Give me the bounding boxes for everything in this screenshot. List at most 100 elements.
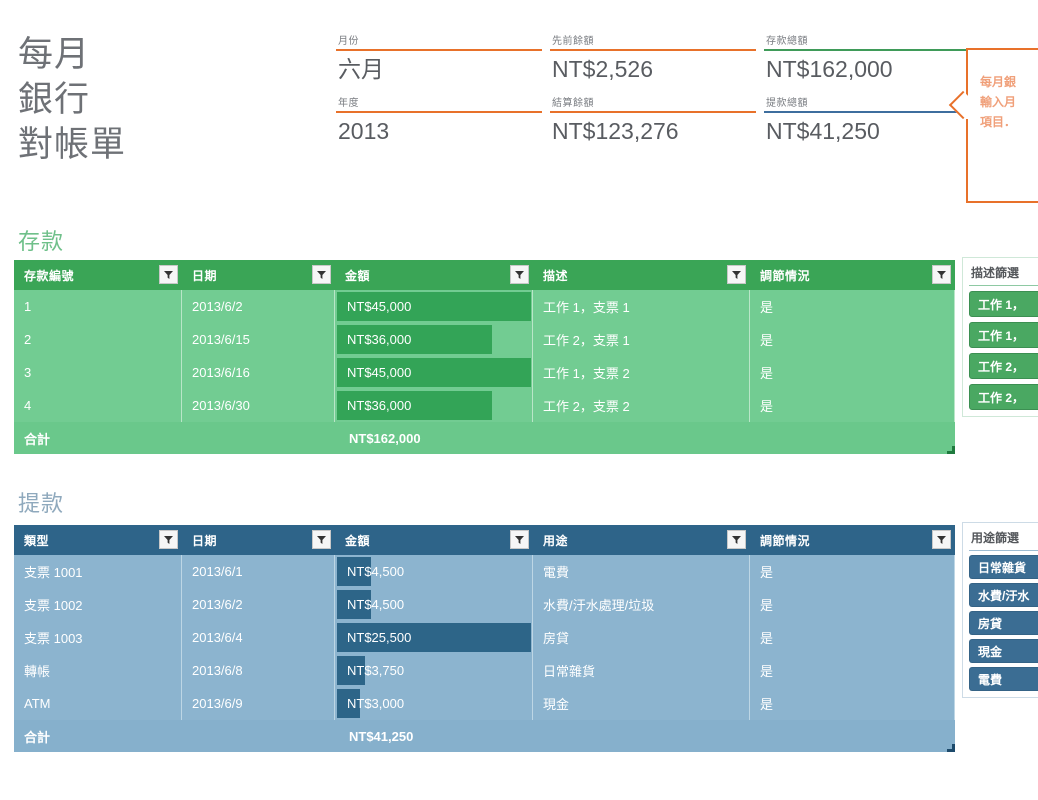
slicer-item[interactable]: 工作 2， — [969, 353, 1038, 379]
withdrawals-col-reconciled-label: 調節情況 — [760, 533, 811, 548]
withdrawal-amount: NT$4,500 — [335, 555, 533, 588]
deposits-slicer-title: 描述篩選 — [969, 262, 1038, 286]
resize-handle-icon[interactable] — [947, 446, 955, 454]
withdrawals-table-header: 類型 日期 金額 用途 調節情況 — [14, 525, 955, 555]
filter-icon[interactable] — [727, 265, 746, 284]
deposits-col-id: 存款編號 — [14, 260, 182, 290]
withdrawals-total-label: 合計 — [24, 729, 51, 745]
withdrawal-reconciled: 是 — [750, 687, 955, 720]
withdrawal-reconciled: 是 — [750, 621, 955, 654]
page-title-line-2: 銀行 — [18, 80, 91, 119]
field-ending-balance[interactable]: 結算餘額 NT$123,276 — [550, 98, 756, 160]
deposits-col-date: 日期 — [182, 260, 335, 290]
withdrawal-purpose: 房貸 — [533, 621, 750, 654]
withdrawal-purpose: 現金 — [533, 687, 750, 720]
filter-icon[interactable] — [932, 530, 951, 549]
summary-fields-row-2: 年度 2013 結算餘額 NT$123,276 提款總額 NT$41,250 — [336, 98, 970, 160]
withdrawal-amount-text: NT$4,500 — [347, 564, 405, 579]
withdrawals-col-purpose-label: 用途 — [543, 533, 569, 548]
deposit-id: 4 — [14, 389, 182, 422]
withdrawals-slicer: 用途篩選 日常雜貨 水費/汙水 房貸 現金 電費 — [962, 522, 1038, 698]
filter-icon[interactable] — [510, 530, 529, 549]
withdrawals-col-amount: 金額 — [335, 525, 533, 555]
page-title-line-1: 每月 — [18, 35, 91, 74]
withdrawals-col-date-label: 日期 — [192, 533, 218, 548]
filter-icon[interactable] — [312, 265, 331, 284]
deposits-col-amount-label: 金額 — [345, 268, 371, 283]
field-total-deposits-label: 存款總額 — [766, 36, 808, 47]
deposits-heading: 存款 — [18, 229, 65, 254]
deposit-amount-text: NT$36,000 — [347, 332, 412, 347]
field-year[interactable]: 年度 2013 — [336, 98, 542, 160]
withdrawal-purpose: 電費 — [533, 555, 750, 588]
withdrawal-type: 支票 1003 — [14, 621, 182, 654]
field-month[interactable]: 月份 六月 — [336, 36, 542, 98]
table-row[interactable]: 轉帳 2013/6/8 NT$3,750 日常雜貨 是 — [14, 654, 955, 687]
field-month-label: 月份 — [338, 36, 359, 47]
withdrawal-purpose: 水費/汙水處理/垃圾 — [533, 588, 750, 621]
field-total-deposits[interactable]: 存款總額 NT$162,000 — [764, 36, 970, 98]
withdrawals-total-value: NT$41,250 — [349, 728, 414, 744]
withdrawals-table: 類型 日期 金額 用途 調節情況 支票 1001 2013/6/1 NT$4,5… — [14, 525, 955, 752]
filter-icon[interactable] — [727, 530, 746, 549]
deposit-date: 2013/6/30 — [182, 389, 335, 422]
slicer-item[interactable]: 日常雜貨 — [969, 555, 1038, 579]
field-previous-balance[interactable]: 先前餘額 NT$2,526 — [550, 36, 756, 98]
callout-line-2: 輸入月 — [980, 95, 1017, 109]
field-total-withdrawals-label: 提款總額 — [766, 98, 808, 109]
field-total-withdrawals[interactable]: 提款總額 NT$41,250 — [764, 98, 970, 160]
filter-icon[interactable] — [932, 265, 951, 284]
filter-icon[interactable] — [159, 265, 178, 284]
deposit-reconciled: 是 — [750, 356, 955, 389]
withdrawal-amount-text: NT$4,500 — [347, 597, 405, 612]
filter-icon[interactable] — [159, 530, 178, 549]
field-year-value: 2013 — [338, 118, 390, 144]
slicer-item[interactable]: 工作 2， — [969, 384, 1038, 410]
page-title: 每月 銀行 對帳單 — [18, 32, 126, 167]
filter-icon[interactable] — [510, 265, 529, 284]
filter-icon[interactable] — [312, 530, 331, 549]
deposits-total-value: NT$162,000 — [349, 430, 421, 446]
field-ending-balance-value: NT$123,276 — [552, 118, 679, 144]
deposit-id: 2 — [14, 323, 182, 356]
table-row[interactable]: 3 2013/6/16 NT$45,000 工作 1，支票 2 是 — [14, 356, 955, 389]
withdrawal-reconciled: 是 — [750, 555, 955, 588]
resize-handle-icon[interactable] — [947, 744, 955, 752]
table-row[interactable]: 2 2013/6/15 NT$36,000 工作 2，支票 1 是 — [14, 323, 955, 356]
withdrawal-type: 轉帳 — [14, 654, 182, 687]
withdrawal-amount-text: NT$3,750 — [347, 663, 405, 678]
table-row[interactable]: 1 2013/6/2 NT$45,000 工作 1，支票 1 是 — [14, 290, 955, 323]
deposits-col-desc-label: 描述 — [543, 268, 569, 283]
deposit-reconciled: 是 — [750, 389, 955, 422]
callout-line-3: 項目． — [980, 115, 1017, 129]
slicer-item[interactable]: 水費/汙水 — [969, 583, 1038, 607]
callout-line-1: 每月銀 — [980, 75, 1017, 89]
slicer-item[interactable]: 房貸 — [969, 611, 1038, 635]
table-row[interactable]: 支票 1003 2013/6/4 NT$25,500 房貸 是 — [14, 621, 955, 654]
deposit-id: 3 — [14, 356, 182, 389]
deposits-col-reconciled: 調節情況 — [750, 260, 955, 290]
slicer-item[interactable]: 工作 1， — [969, 322, 1038, 348]
withdrawal-date: 2013/6/4 — [182, 621, 335, 654]
withdrawals-col-type-label: 類型 — [24, 533, 50, 548]
table-row[interactable]: 4 2013/6/30 NT$36,000 工作 2，支票 2 是 — [14, 389, 955, 422]
field-year-label: 年度 — [338, 98, 359, 109]
withdrawal-reconciled: 是 — [750, 588, 955, 621]
slicer-item[interactable]: 現金 — [969, 639, 1038, 663]
withdrawal-date: 2013/6/2 — [182, 588, 335, 621]
deposits-total-row: 合計 NT$162,000 — [14, 422, 955, 454]
table-row[interactable]: 支票 1002 2013/6/2 NT$4,500 水費/汙水處理/垃圾 是 — [14, 588, 955, 621]
deposit-desc: 工作 2，支票 2 — [533, 389, 750, 422]
deposit-id: 1 — [14, 290, 182, 323]
table-row[interactable]: ATM 2013/6/9 NT$3,000 現金 是 — [14, 687, 955, 720]
callout-body: 每月銀 輸入月 項目． — [968, 50, 1038, 138]
deposit-desc: 工作 1，支票 1 — [533, 290, 750, 323]
table-row[interactable]: 支票 1001 2013/6/1 NT$4,500 電費 是 — [14, 555, 955, 588]
withdrawal-date: 2013/6/8 — [182, 654, 335, 687]
deposits-table: 存款編號 日期 金額 描述 調節情況 1 2013/6/2 NT$45,000 … — [14, 260, 955, 454]
slicer-item[interactable]: 工作 1， — [969, 291, 1038, 317]
deposit-amount: NT$45,000 — [335, 290, 533, 323]
withdrawal-date: 2013/6/9 — [182, 687, 335, 720]
withdrawals-total-row: 合計 NT$41,250 — [14, 720, 955, 752]
slicer-item[interactable]: 電費 — [969, 667, 1038, 691]
